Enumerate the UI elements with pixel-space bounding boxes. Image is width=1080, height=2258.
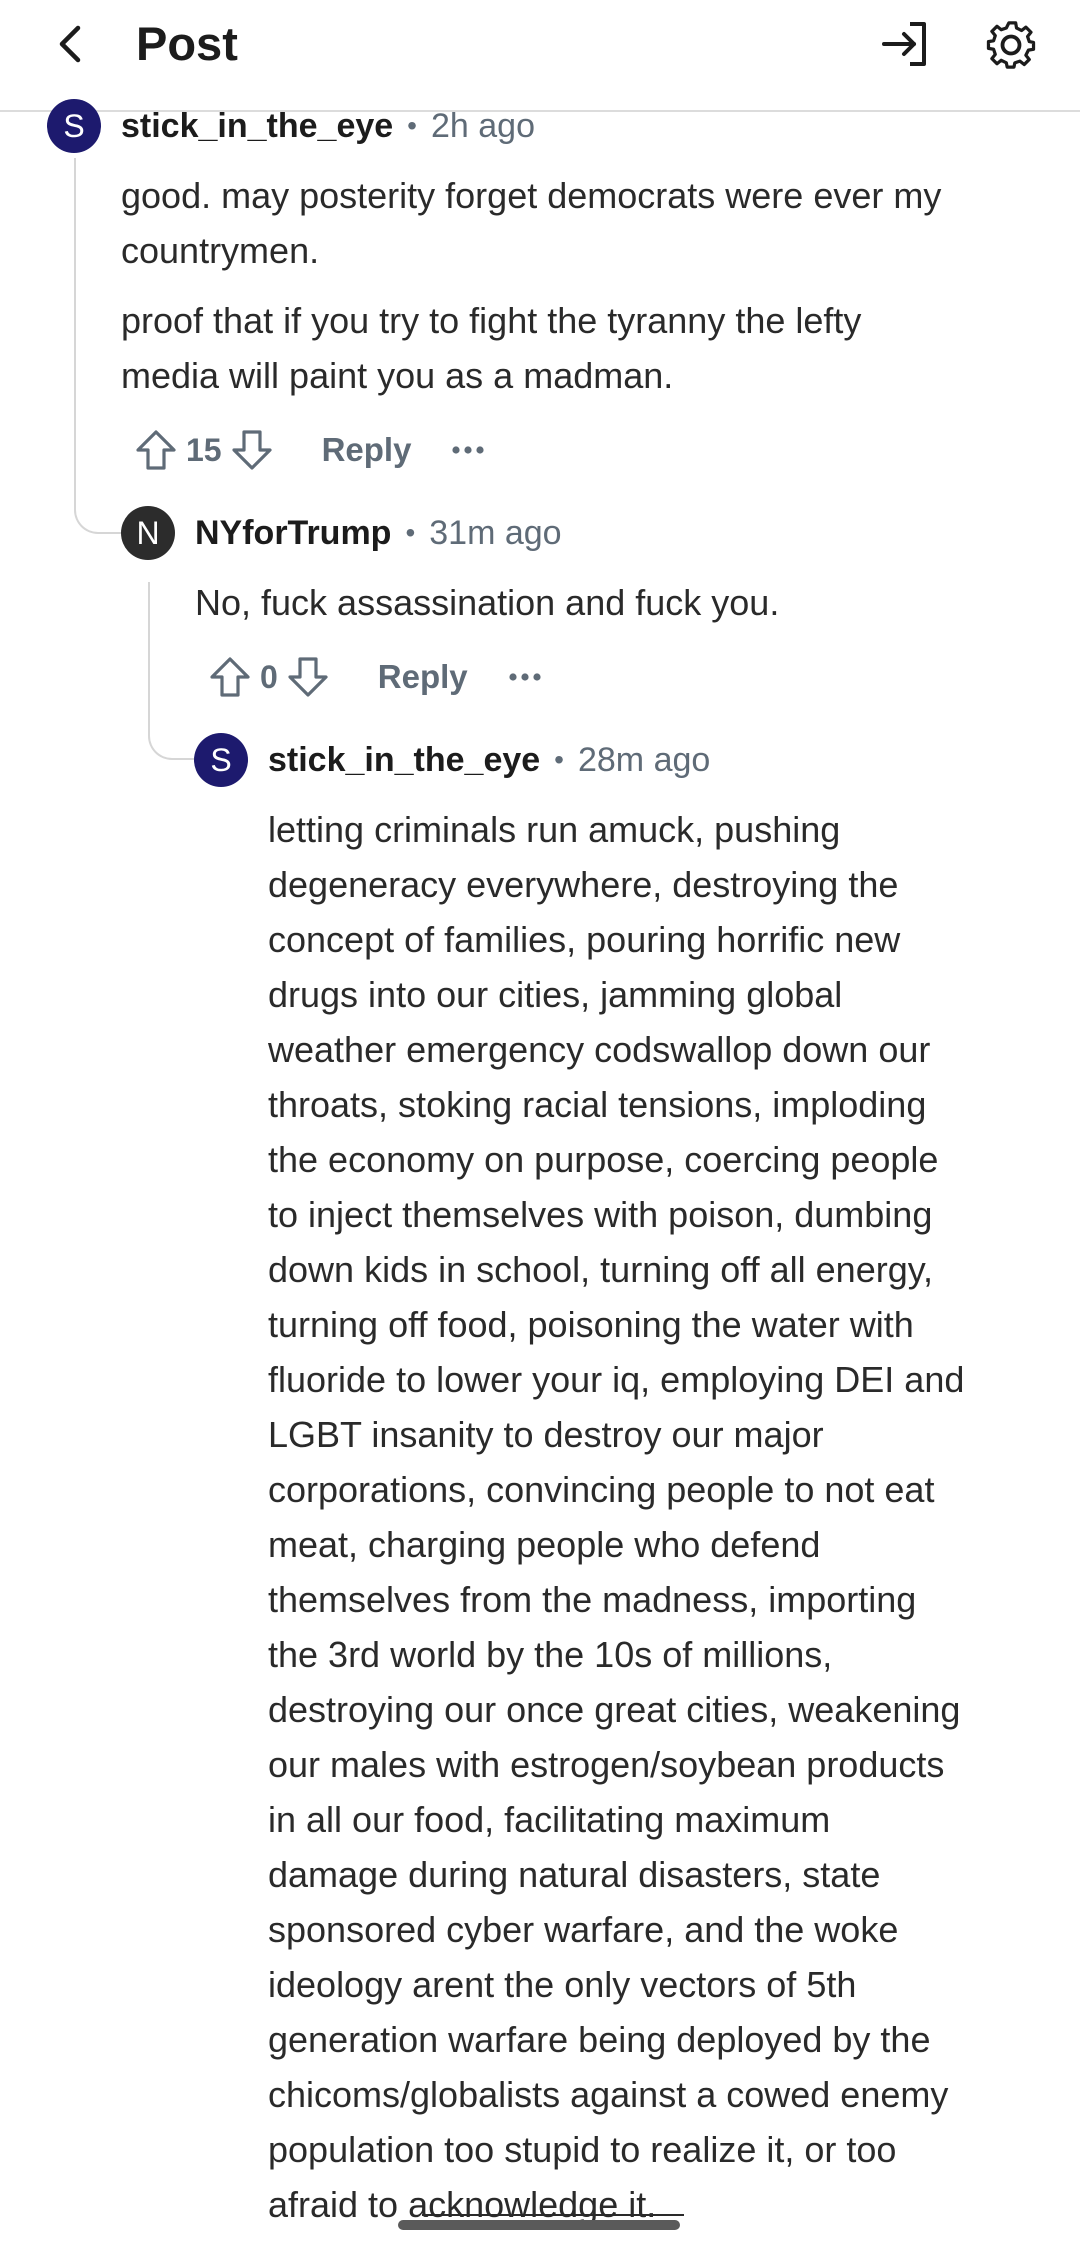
thread-line-1 [74, 158, 122, 534]
comment-text-line: our males with estrogen/soybean products [268, 1744, 945, 1785]
comment-meta: stick_in_the_eye • 2h ago [121, 99, 535, 153]
reply-button[interactable]: Reply [378, 658, 468, 696]
comment-actions: 0 Reply [208, 647, 542, 707]
comment-text-line: destroying our once great cities, weaken… [268, 1689, 961, 1730]
comment-body: letting criminals run amuck, pushing dege… [268, 802, 964, 2232]
avatar[interactable]: S [194, 733, 248, 787]
comment-body: No, fuck assassination and fuck you. [195, 575, 779, 630]
back-arrow-icon [59, 25, 81, 63]
upvote-icon [136, 430, 176, 470]
reply-button[interactable]: Reply [322, 431, 412, 469]
login-button[interactable] [876, 14, 936, 74]
link-underline [422, 2214, 684, 2216]
comment-actions: 15 Reply [134, 420, 485, 480]
upvote-button[interactable] [134, 428, 178, 472]
downvote-icon [231, 430, 272, 470]
comment-text-line: throats, stoking racial tensions, implod… [268, 1084, 927, 1125]
comment-text-line: media will paint you as a madman. [121, 355, 674, 396]
more-options-button[interactable] [508, 672, 542, 682]
meta-separator: • [554, 744, 564, 775]
top-app-bar: Post [0, 0, 1080, 112]
login-icon [882, 22, 926, 66]
upvote-icon [210, 657, 250, 697]
author-name[interactable]: NYforTrump [195, 514, 391, 553]
comment-text-line: in all our food, facilitating maximum [268, 1799, 831, 1840]
avatar[interactable]: S [47, 99, 101, 153]
comment-text-line: meat, charging people who defend [268, 1524, 821, 1565]
comment-text-line: letting criminals run amuck, pushing [268, 809, 841, 850]
comment-text-line: concept of families, pouring horrific ne… [268, 919, 901, 960]
comment-text-line: No, fuck assassination and fuck you. [195, 582, 780, 623]
meta-separator: • [405, 517, 416, 548]
comment-timestamp: 28m ago [577, 740, 711, 779]
comment-text-line: population too stupid to realize it, or … [268, 2129, 897, 2170]
comment-text-line: turning off food, poisoning the water wi… [268, 1304, 914, 1345]
comment-body: proof that if you try to fight the tyran… [121, 293, 861, 403]
meta-separator: • [407, 110, 417, 141]
comment-text-line: degeneracy everywhere, destroying the [268, 864, 899, 905]
comment-text-line: sponsored cyber warfare, and the woke [268, 1909, 899, 1950]
comment-text-line: good. may posterity forget democrats wer… [121, 175, 942, 216]
comment-body: good. may posterity forget democrats wer… [121, 168, 941, 278]
avatar[interactable]: N [121, 506, 175, 560]
more-icon [452, 446, 485, 454]
thread-line-2 [148, 582, 194, 760]
more-options-button[interactable] [451, 445, 485, 455]
back-button[interactable] [44, 18, 96, 70]
gear-icon [986, 21, 1036, 69]
downvote-button[interactable] [286, 655, 330, 699]
downvote-icon [288, 657, 328, 697]
author-name[interactable]: stick_in_the_eye [121, 107, 393, 146]
comment-text-line: drugs into our cities, jamming global [268, 974, 843, 1015]
downvote-button[interactable] [230, 428, 274, 472]
comment-text-line: the 3rd world by the 10s of millions, [268, 1634, 833, 1675]
comment-timestamp: 31m ago [429, 513, 562, 552]
settings-button[interactable] [980, 14, 1042, 76]
comment-text-line: LGBT insanity to destroy our major [268, 1414, 824, 1455]
comment-text-line: generation warfare being deployed by the [268, 2019, 931, 2060]
comment-text-line: corporations, convincing people to not e… [268, 1469, 935, 1510]
comment-meta: NYforTrump • 31m ago [195, 506, 562, 560]
home-indicator [398, 2220, 680, 2230]
comment-text-line: the economy on purpose, coercing people [268, 1139, 939, 1180]
comment-text-line: down kids in school, turning off all ene… [268, 1249, 934, 1290]
comment-text-line: countrymen. [121, 230, 320, 271]
comment-text-line: fluoride to lower your iq, employing DEI… [268, 1359, 965, 1400]
vote-score: 0 [260, 658, 278, 695]
comment-text-line: chicoms/globalists against a cowed enemy [268, 2074, 949, 2115]
comment-text-line: ideology arent the only vectors of 5th [268, 1964, 857, 2005]
vote-score: 15 [186, 431, 222, 468]
comment-text-line: to inject themselves with poison, dumbin… [268, 1194, 933, 1235]
comment-timestamp: 2h ago [430, 106, 535, 145]
upvote-button[interactable] [208, 655, 252, 699]
vote-control: 15 [134, 428, 274, 472]
comment-text-line: themselves from the madness, importing [268, 1579, 917, 1620]
page-title: Post [136, 17, 238, 70]
more-icon [509, 673, 541, 681]
comment-meta: stick_in_the_eye • 28m ago [268, 733, 710, 787]
comment-text-line: weather emergency codswallop down our [268, 1029, 931, 1070]
author-name[interactable]: stick_in_the_eye [268, 741, 540, 780]
vote-control: 0 [208, 655, 330, 699]
comment-text-line: proof that if you try to fight the tyran… [121, 300, 862, 341]
comment-text-line: damage during natural disasters, state [268, 1854, 881, 1895]
